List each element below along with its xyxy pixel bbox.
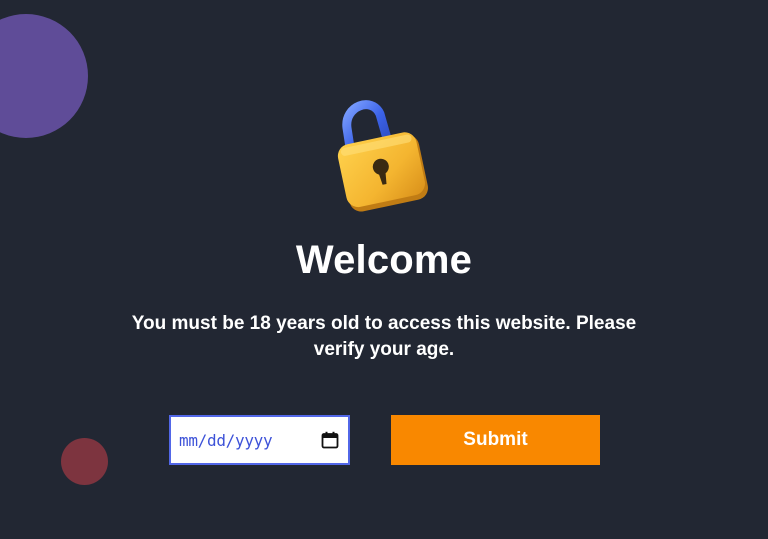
calendar-icon[interactable] [320,430,340,450]
open-padlock-icon [330,92,440,222]
page-title: Welcome [295,238,473,282]
date-placeholder: mm/dd/yyyy [179,430,273,450]
decorative-circle-purple [0,14,88,138]
age-requirement-message: You must be 18 years old to access this … [131,313,637,360]
birthdate-input[interactable]: mm/dd/yyyy [169,415,350,465]
submit-button[interactable]: Submit [391,415,600,465]
decorative-circle-red [61,438,108,485]
